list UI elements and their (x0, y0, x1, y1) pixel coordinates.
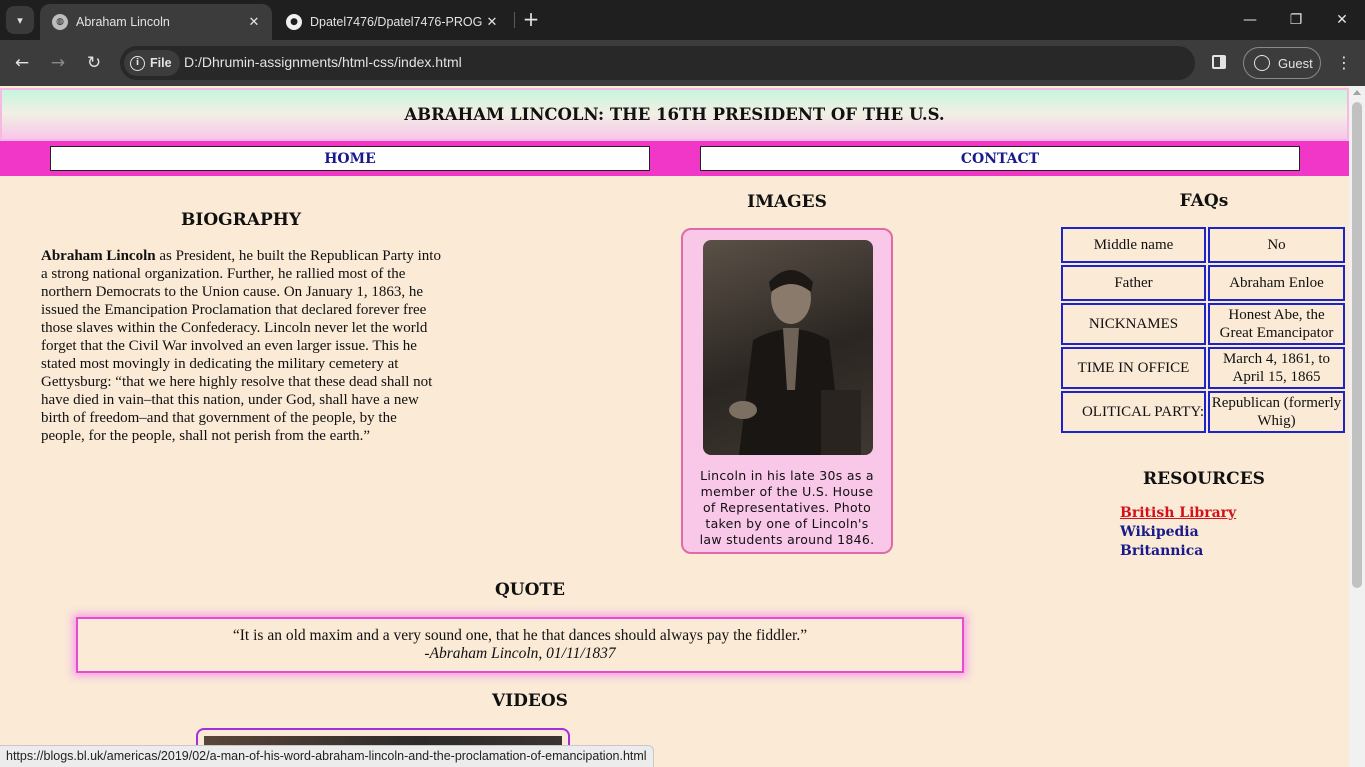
side-panel-icon[interactable] (1212, 55, 1226, 69)
site-info-label: File (150, 56, 172, 70)
profile-label: Guest (1278, 55, 1313, 71)
tab-title: Dpatel7476/Dpatel7476-PROG (310, 15, 483, 29)
faq-question: OLITICAL PARTY: (1061, 391, 1206, 433)
biography-heading: BIOGRAPHY (181, 210, 301, 230)
videos-heading: VIDEOS (492, 691, 568, 711)
table-row: Father Abraham Enloe (1060, 264, 1346, 302)
faq-question: TIME IN OFFICE (1061, 347, 1206, 389)
quote-heading: QUOTE (494, 580, 566, 600)
profile-icon (1254, 55, 1270, 71)
resources-heading: RESOURCES (1143, 469, 1265, 489)
biography-body: as President, he built the Republican Pa… (41, 248, 441, 444)
restore-button[interactable]: ❐ (1273, 0, 1319, 40)
faq-answer: Abraham Enloe (1208, 265, 1345, 301)
info-icon: i (130, 55, 145, 71)
tab-abraham-lincoln[interactable]: ◍ Abraham Lincoln ✕ (40, 4, 272, 40)
site-info-chip[interactable]: i File (124, 50, 180, 76)
more-menu-icon[interactable]: ⋮ (1334, 49, 1354, 77)
table-row: Middle name No (1060, 226, 1346, 264)
nav-home-link[interactable]: HOME (50, 146, 650, 171)
faq-question: Middle name (1061, 227, 1206, 263)
resource-link-britannica[interactable]: Britannica (1120, 542, 1236, 561)
biography-name: Abraham Lincoln (41, 248, 156, 264)
tab-title: Abraham Lincoln (76, 15, 170, 29)
window-close-button[interactable]: ✕ (1319, 0, 1365, 40)
tab-search-button[interactable]: ▾ (6, 6, 34, 34)
minimize-button[interactable]: — (1227, 0, 1273, 40)
page-viewport: ABRAHAM LINCOLN: THE 16TH PRESIDENT OF T… (0, 86, 1349, 767)
new-tab-button[interactable]: + (519, 8, 543, 32)
tab-divider (514, 12, 515, 28)
quote-attribution: -Abraham Lincoln, 01/11/1837 (424, 645, 616, 662)
table-row: TIME IN OFFICE March 4, 1861, to April 1… (1060, 346, 1346, 390)
browser-toolbar: ← → ↻ i File D:/Dhrumin-assignments/html… (0, 40, 1365, 86)
close-icon[interactable]: ✕ (484, 15, 500, 30)
table-row: NICKNAMES Honest Abe, the Great Emancipa… (1060, 302, 1346, 346)
biography-text: Abraham Lincoln as President, he built t… (41, 247, 441, 445)
faqs-heading: FAQs (1179, 191, 1229, 211)
reload-button[interactable]: ↻ (80, 49, 108, 77)
address-bar[interactable]: i File D:/Dhrumin-assignments/html-css/i… (120, 46, 1195, 80)
table-row: OLITICAL PARTY: Republican (formerly Whi… (1060, 390, 1346, 434)
link-status-bar: https://blogs.bl.uk/americas/2019/02/a-m… (0, 745, 654, 767)
quote-text: “It is an old maxim and a very sound one… (232, 627, 808, 644)
resource-link-british-library[interactable]: British Library (1120, 504, 1236, 523)
close-icon[interactable]: ✕ (246, 15, 262, 30)
nav-contact-link[interactable]: CONTACT (700, 146, 1300, 171)
vertical-scrollbar[interactable] (1349, 86, 1365, 767)
faq-answer: March 4, 1861, to April 15, 1865 (1208, 347, 1345, 389)
resource-link-wikipedia[interactable]: Wikipedia (1120, 523, 1236, 542)
faq-answer: No (1208, 227, 1345, 263)
scrollbar-thumb[interactable] (1352, 102, 1362, 588)
page-header: ABRAHAM LINCOLN: THE 16TH PRESIDENT OF T… (0, 88, 1349, 141)
images-heading: IMAGES (747, 192, 827, 212)
scroll-up-arrow-icon[interactable] (1353, 90, 1361, 95)
url-text[interactable]: D:/Dhrumin-assignments/html-css/index.ht… (184, 54, 462, 70)
faq-question: NICKNAMES (1061, 303, 1206, 345)
profile-button[interactable]: Guest (1243, 47, 1321, 79)
faq-answer: Honest Abe, the Great Emancipator (1208, 303, 1345, 345)
chevron-down-icon: ▾ (17, 13, 23, 27)
resources-list: British Library Wikipedia Britannica (1120, 504, 1236, 561)
globe-icon: ◍ (52, 14, 68, 30)
faq-table: Middle name No Father Abraham Enloe NICK… (1060, 226, 1346, 434)
quote-box: “It is an old maxim and a very sound one… (76, 617, 964, 673)
tab-github[interactable]: ● Dpatel7476/Dpatel7476-PROG ✕ (274, 4, 510, 40)
faq-answer: Republican (formerly Whig) (1208, 391, 1345, 433)
github-icon: ● (286, 14, 302, 30)
image-caption: Lincoln in his late 30s as a member of t… (699, 468, 875, 547)
image-card: Lincoln in his late 30s as a member of t… (681, 228, 893, 554)
page-title: ABRAHAM LINCOLN: THE 16TH PRESIDENT OF T… (404, 105, 945, 124)
forward-button[interactable]: → (44, 49, 72, 77)
main-nav: HOME CONTACT (0, 141, 1349, 176)
faq-question: Father (1061, 265, 1206, 301)
tab-strip: ▾ ◍ Abraham Lincoln ✕ ● Dpatel7476/Dpate… (0, 0, 1365, 40)
back-button[interactable]: ← (8, 49, 36, 77)
lincoln-portrait-image (703, 240, 873, 455)
